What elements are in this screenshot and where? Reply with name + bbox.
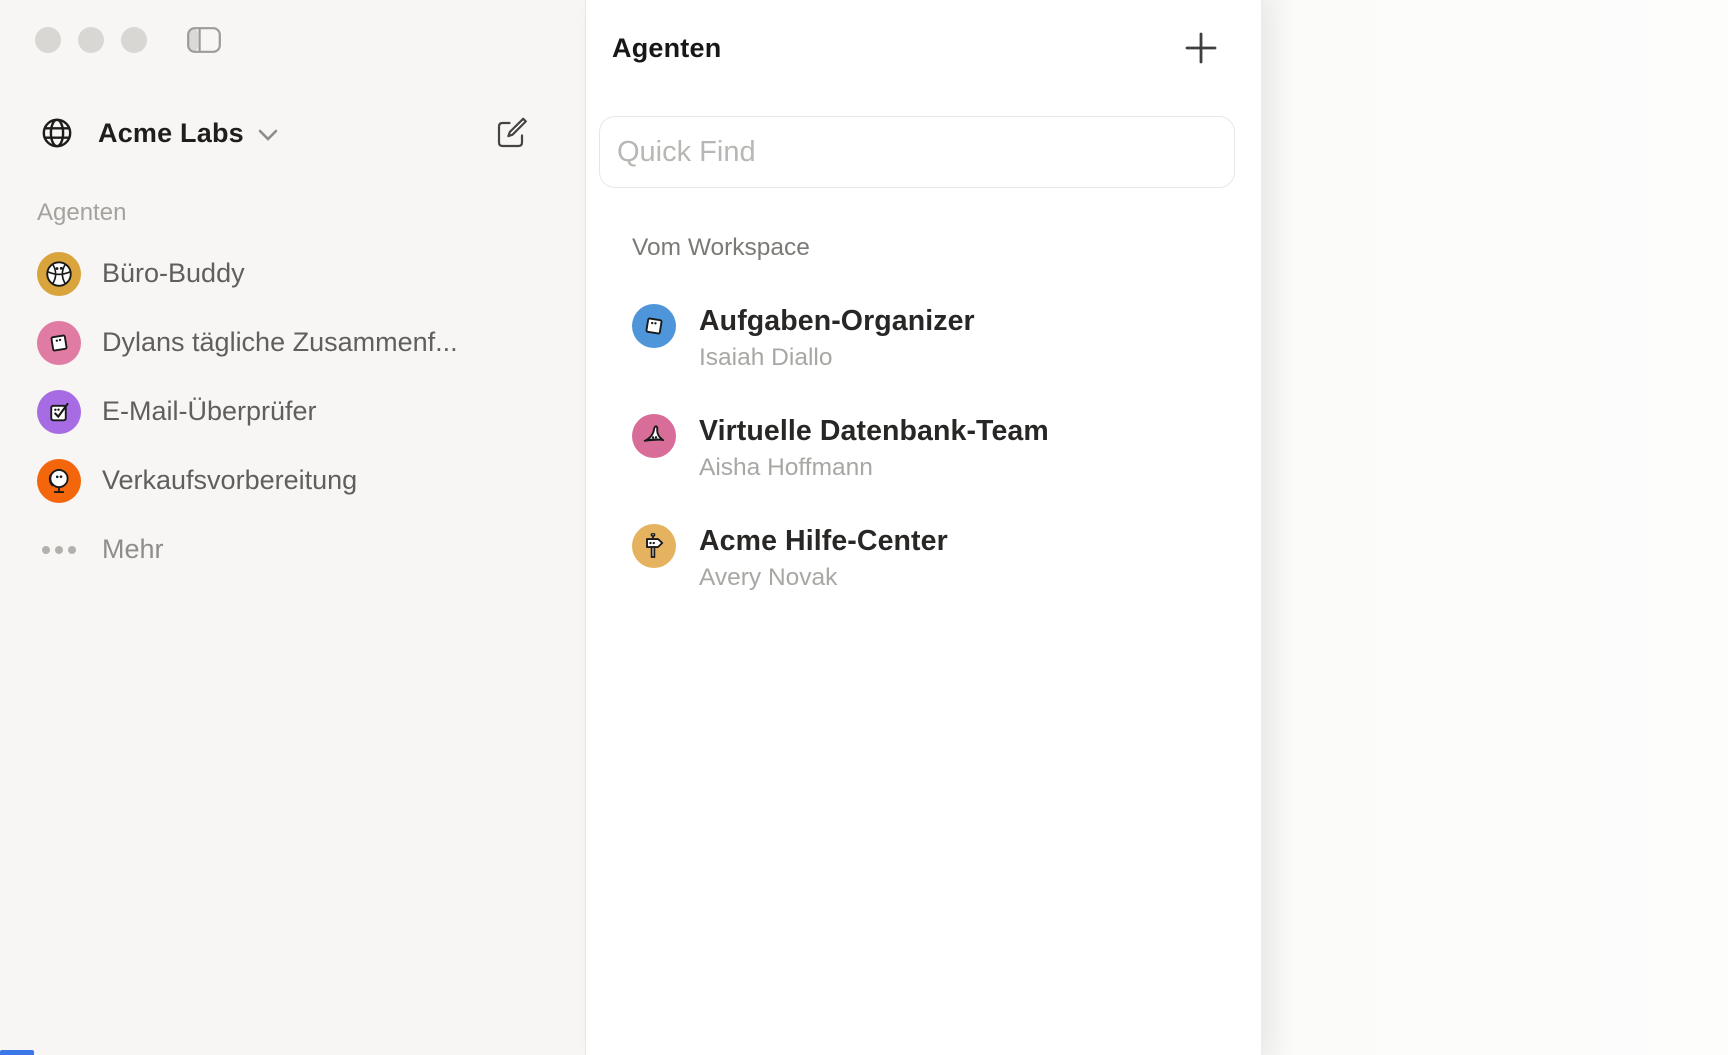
chevron-down-icon (258, 129, 278, 141)
quick-find-input[interactable] (599, 116, 1235, 188)
workspace-section-label: Vom Workspace (586, 234, 1261, 262)
sidebar-more-button[interactable]: Mehr (0, 515, 585, 584)
zoom-window-button[interactable] (121, 27, 147, 53)
sidebar-agent-list: Büro-Buddy Dylans tägliche Zusammenf... (0, 239, 585, 515)
workspace-switcher[interactable]: Acme Labs (0, 113, 585, 153)
ball-face-icon (37, 252, 81, 296)
sidebar-toggle-button[interactable] (187, 27, 221, 53)
agent-row-virtuelle-datenbank-team[interactable]: Virtuelle Datenbank-Team Aisha Hoffmann (586, 414, 1261, 483)
sidebar-item-email-ueberpruefer[interactable]: E-Mail-Überprüfer (0, 377, 585, 446)
search-box (599, 116, 1235, 188)
minimize-window-button[interactable] (78, 27, 104, 53)
note-face-icon (37, 321, 81, 365)
ellipsis-icon (37, 546, 81, 554)
sidebar-item-label: E-Mail-Überprüfer (102, 396, 317, 427)
note-face-icon (632, 304, 676, 348)
new-chat-button[interactable] (493, 115, 529, 151)
agent-name: Acme Hilfe-Center (699, 524, 948, 558)
agent-owner: Isaiah Diallo (699, 343, 975, 373)
sidebar-item-buero-buddy[interactable]: Büro-Buddy (0, 239, 585, 308)
panel-header: Agenten (586, 28, 1261, 68)
agents-list: Aufgaben-Organizer Isaiah Diallo Virtuel… (586, 304, 1261, 593)
agent-owner: Aisha Hoffmann (699, 453, 1049, 483)
window-controls (0, 0, 585, 53)
agent-row-acme-hilfe-center[interactable]: Acme Hilfe-Center Avery Novak (586, 524, 1261, 593)
sidebar: Acme Labs Agenten (0, 0, 586, 1055)
globe-icon (40, 116, 74, 150)
main-content-area (1262, 0, 1728, 1055)
agent-name: Virtuelle Datenbank-Team (699, 414, 1049, 448)
agent-row-aufgaben-organizer[interactable]: Aufgaben-Organizer Isaiah Diallo (586, 304, 1261, 373)
sidebar-item-label: Verkaufsvorbereitung (102, 465, 357, 496)
agent-name: Aufgaben-Organizer (699, 304, 975, 338)
desk-globe-face-icon (37, 459, 81, 503)
agents-panel: Agenten Vom Workspace (586, 0, 1262, 1055)
more-label: Mehr (102, 534, 164, 565)
sidebar-section-label: Agenten (0, 199, 585, 227)
add-agent-button[interactable] (1183, 30, 1219, 66)
panel-title: Agenten (612, 33, 721, 64)
workspace-name: Acme Labs (98, 118, 244, 149)
close-window-button[interactable] (35, 27, 61, 53)
dock-peek-indicator (0, 1050, 34, 1055)
agent-owner: Avery Novak (699, 563, 948, 593)
witch-hat-icon (632, 414, 676, 458)
sidebar-item-label: Dylans tägliche Zusammenf... (102, 327, 458, 358)
sidebar-item-label: Büro-Buddy (102, 258, 245, 289)
sidebar-toggle-icon (187, 27, 221, 53)
plus-icon (1185, 32, 1217, 64)
checkbox-face-icon (37, 390, 81, 434)
compose-icon (493, 115, 529, 151)
signpost-icon (632, 524, 676, 568)
sidebar-item-dylans-zusammenfassung[interactable]: Dylans tägliche Zusammenf... (0, 308, 585, 377)
sidebar-item-verkaufsvorbereitung[interactable]: Verkaufsvorbereitung (0, 446, 585, 515)
